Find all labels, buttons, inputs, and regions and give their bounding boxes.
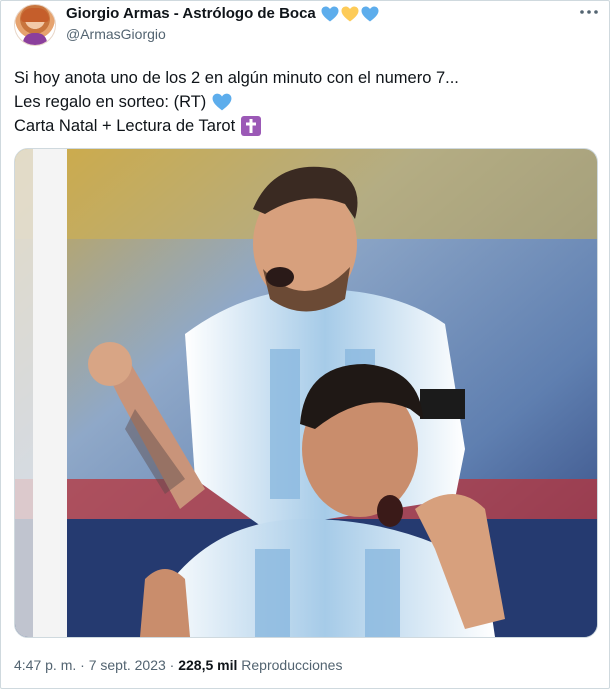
meta-separator: · [80, 657, 85, 673]
author-name-emojis [321, 6, 379, 22]
tweet-line: Carta Natal + Lectura de Tarot [14, 114, 594, 138]
blue-heart-icon [212, 93, 232, 111]
blue-heart-icon [321, 6, 339, 21]
avatar-shirt [23, 33, 47, 45]
blue-heart-icon [361, 6, 379, 21]
tweet-media-photo[interactable] [14, 148, 598, 638]
tweet-meta: 4:47 p. m. · 7 sept. 2023 · 228,5 mil Re… [14, 657, 342, 673]
tweet-line: Les regalo en sorteo: (RT) [14, 90, 594, 114]
tweet-line-text: Les regalo en sorteo: (RT) [14, 93, 207, 111]
tweet-text: Si hoy anota uno de los 2 en algún minut… [14, 66, 594, 138]
author-name[interactable]: Giorgio Armas - Astrólogo de Boca [66, 5, 316, 22]
views-count: 228,5 mil [178, 657, 238, 673]
tweet-line-text: Carta Natal + Lectura de Tarot [14, 117, 236, 135]
tweet-date[interactable]: 7 sept. 2023 [89, 657, 166, 673]
tweet-time[interactable]: 4:47 p. m. [14, 657, 76, 673]
tweet-line: Si hoy anota uno de los 2 en algún minut… [14, 66, 594, 90]
more-options-icon[interactable] [578, 2, 600, 22]
avatar[interactable] [14, 4, 56, 46]
tweet-line-text: Si hoy anota uno de los 2 en algún minut… [14, 69, 459, 87]
meta-separator: · [169, 657, 175, 673]
author-name-row: Giorgio Armas - Astrólogo de Boca [66, 5, 379, 22]
yellow-heart-icon [341, 6, 359, 21]
views-label: Reproducciones [241, 657, 343, 673]
latin-cross-icon [241, 116, 262, 136]
soccer-players-photo [15, 149, 597, 637]
avatar-hair [21, 8, 49, 22]
author-handle[interactable]: @ArmasGiorgio [66, 26, 166, 42]
